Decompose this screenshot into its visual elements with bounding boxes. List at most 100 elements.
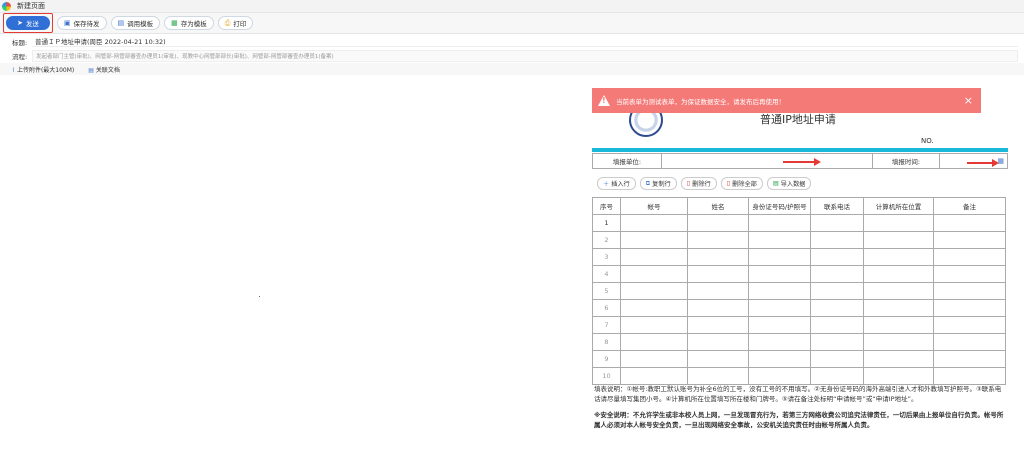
form-notes: 填表说明：①帐号:教职工默认账号为补全6位的工号，没有工号的不用填写。②无身份证… [594, 384, 1006, 436]
table-cell-input[interactable] [620, 316, 688, 334]
upload-attachment-link[interactable]: ⌇ 上传附件(最大100M) [12, 65, 74, 74]
table-cell-input[interactable] [933, 282, 1006, 300]
table-cell-input[interactable] [687, 248, 749, 266]
send-button[interactable]: ➤ 发送 [6, 16, 50, 30]
table-cell-input[interactable] [620, 231, 688, 249]
print-button[interactable]: ⎙ 打印 [217, 16, 254, 30]
table-cell-input[interactable] [863, 214, 934, 232]
table-cell-input[interactable] [687, 367, 749, 385]
import-data-label: 导入数据 [780, 181, 806, 188]
table-cell-input[interactable] [748, 231, 811, 249]
table-cell-input[interactable] [810, 282, 864, 300]
table-cell-input[interactable] [620, 299, 688, 317]
table-cell-input[interactable] [863, 248, 934, 266]
table-cell-input[interactable] [933, 248, 1006, 266]
delete-all-button[interactable]: ▯ 删除全部 [720, 177, 763, 190]
trash-all-icon: ▯ [726, 180, 731, 187]
table-cell-input[interactable] [687, 265, 749, 283]
process-field[interactable]: 发起者部门主管(审批)、网管部-网管部審查办理员1(审批)、现教中心网管部部长(… [32, 50, 1018, 62]
print-label: 打印 [233, 20, 247, 28]
table-cell-input[interactable] [748, 282, 811, 300]
table-cell-input[interactable] [933, 265, 1006, 283]
table-row: 9 [592, 350, 1006, 368]
toolbar: ➤ 发送 ▣ 保存待发 ▤ 调用模板 ▦ 存为模板 ⎙ 打印 [0, 13, 1024, 34]
table-cell-input[interactable] [863, 265, 934, 283]
table-row: 1 [592, 214, 1006, 232]
table-cell-input[interactable] [863, 299, 934, 317]
table-cell-input[interactable] [748, 214, 811, 232]
table-cell-input[interactable] [810, 299, 864, 317]
form-number-label: NO. [921, 137, 934, 145]
table-cell-input[interactable] [863, 350, 934, 368]
save-draft-button[interactable]: ▣ 保存待发 [56, 16, 107, 30]
unit-label: 填报单位: [593, 154, 662, 168]
row-index: 9 [592, 350, 621, 368]
table-cell-input[interactable] [933, 367, 1006, 385]
table-row: 7 [592, 316, 1006, 334]
table-cell-input[interactable] [933, 333, 1006, 351]
table-cell-input[interactable] [620, 265, 688, 283]
ip-request-table: 序号 帐号 姓名 身份证号码/护照号 联系电话 计算机所在位置 备注 12345… [592, 197, 1006, 385]
table-cell-input[interactable] [687, 282, 749, 300]
table-cell-input[interactable] [810, 214, 864, 232]
copy-icon: ⧉ [645, 179, 651, 187]
import-data-button[interactable]: ▤ 导入数据 [766, 177, 812, 190]
column-header: 计算机所在位置 [863, 197, 934, 215]
delete-row-label: 删除行 [692, 181, 711, 188]
table-cell-input[interactable] [620, 333, 688, 351]
save-icon: ▣ [63, 19, 71, 27]
table-cell-input[interactable] [748, 333, 811, 351]
table-cell-input[interactable] [810, 367, 864, 385]
table-cell-input[interactable] [748, 316, 811, 334]
use-template-button[interactable]: ▤ 调用模板 [110, 16, 161, 30]
send-highlight: ➤ 发送 [3, 13, 53, 33]
table-cell-input[interactable] [810, 231, 864, 249]
unit-input[interactable] [662, 154, 873, 168]
table-cell-input[interactable] [863, 333, 934, 351]
delete-row-button[interactable]: ▯ 删除行 [680, 177, 717, 190]
print-icon: ⎙ [224, 18, 231, 27]
table-cell-input[interactable] [687, 350, 749, 368]
table-cell-input[interactable] [810, 333, 864, 351]
save-template-label: 存为模板 [180, 20, 207, 28]
table-cell-input[interactable] [863, 316, 934, 334]
table-cell-input[interactable] [687, 333, 749, 351]
annotation-arrow [967, 159, 999, 167]
table-cell-input[interactable] [620, 350, 688, 368]
table-cell-input[interactable] [748, 299, 811, 317]
subject-input[interactable]: 普通ＩＰ地址申请(周臣 2022-04-21 10:32) [32, 36, 1018, 47]
related-doc-link[interactable]: ▤ 关联文档 [88, 65, 120, 74]
table-cell-input[interactable] [863, 231, 934, 249]
table-cell-input[interactable] [933, 316, 1006, 334]
insert-row-button[interactable]: ＋插入行 [597, 177, 636, 190]
table-cell-input[interactable] [748, 248, 811, 266]
save-template-button[interactable]: ▦ 存为模板 [164, 16, 214, 30]
table-cell-input[interactable] [687, 214, 749, 232]
table-cell-input[interactable] [810, 316, 864, 334]
table-cell-input[interactable] [933, 214, 1006, 232]
table-cell-input[interactable] [810, 265, 864, 283]
use-template-label: 调用模板 [127, 20, 154, 28]
table-cell-input[interactable] [863, 367, 934, 385]
table-cell-input[interactable] [933, 231, 1006, 249]
table-cell-input[interactable] [863, 282, 934, 300]
table-cell-input[interactable] [933, 350, 1006, 368]
table-cell-input[interactable] [748, 350, 811, 368]
table-cell-input[interactable] [748, 367, 811, 385]
column-header: 联系电话 [810, 197, 864, 215]
table-cell-input[interactable] [933, 299, 1006, 317]
table-cell-input[interactable] [620, 282, 688, 300]
table-cell-input[interactable] [620, 248, 688, 266]
table-cell-input[interactable] [810, 350, 864, 368]
table-cell-input[interactable] [687, 231, 749, 249]
copy-row-button[interactable]: ⧉ 复制行 [639, 177, 677, 190]
table-cell-input[interactable] [687, 299, 749, 317]
table-cell-input[interactable] [748, 265, 811, 283]
table-cell-input[interactable] [810, 248, 864, 266]
save-template-icon: ▦ [171, 19, 178, 27]
table-cell-input[interactable] [687, 316, 749, 334]
table-cell-input[interactable] [620, 214, 688, 232]
row-index: 8 [592, 333, 621, 351]
close-icon[interactable]: × [964, 94, 973, 107]
table-cell-input[interactable] [620, 367, 688, 385]
